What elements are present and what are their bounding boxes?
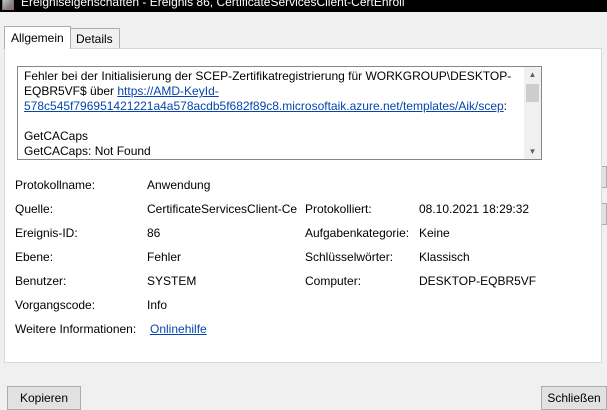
close-button[interactable]: Schließen: [541, 386, 607, 410]
label-ebene: Ebene:: [15, 250, 54, 264]
label-ereignis-id: Ereignis-ID:: [15, 226, 78, 240]
window-title: Ereigniseigenschaften - Ereignis 86, Cer…: [21, 0, 405, 9]
value-schluesselwoerter: Klassisch: [419, 250, 470, 264]
label-computer: Computer:: [305, 274, 362, 288]
value-ereignis-id: 86: [147, 226, 161, 240]
onlinehilfe-link[interactable]: Onlinehilfe: [150, 321, 207, 337]
value-protokolliert: 08.10.2021 18:29:32: [419, 202, 530, 216]
scroll-thumb[interactable]: [526, 84, 539, 102]
row-ereignis-id: Ereignis-ID: 86 Aufgabenkategorie: Keine: [15, 225, 595, 241]
row-protokollname: Protokollname: Anwendung: [15, 177, 595, 193]
tab-label: Allgemein: [11, 31, 64, 45]
row-ebene: Ebene: Fehler Schlüsselwörter: Klassisch: [15, 249, 595, 265]
value-vorgangscode: Info: [147, 298, 168, 312]
label-weitere-informationen: Weitere Informationen:: [15, 322, 137, 336]
title-bar: Ereigniseigenschaften - Ereignis 86, Cer…: [0, 0, 607, 12]
event-viewer-icon: [2, 0, 14, 10]
value-computer: DESKTOP-EQBR5VF: [419, 274, 537, 288]
tab-details[interactable]: Details: [69, 28, 120, 48]
general-panel: Fehler bei der Initialisierung der SCEP-…: [4, 48, 602, 363]
message-scrollbar[interactable]: ▲ ▼: [524, 67, 541, 159]
value-quelle: CertificateServicesClient-Cer: [147, 202, 297, 216]
row-vorgangscode: Vorgangscode: Info: [15, 297, 595, 313]
row-benutzer: Benutzer: SYSTEM Computer: DESKTOP-EQBR5…: [15, 273, 595, 289]
scroll-down-icon[interactable]: ▼: [524, 144, 541, 159]
value-protokollname: Anwendung: [147, 178, 211, 192]
row-weitere-informationen: Weitere Informationen: Onlinehilfe: [15, 321, 595, 337]
event-message: Fehler bei der Initialisierung der SCEP-…: [24, 69, 512, 158]
copy-button[interactable]: Kopieren: [7, 386, 81, 410]
label-protokolliert: Protokolliert:: [305, 202, 372, 216]
event-message-box[interactable]: Fehler bei der Initialisierung der SCEP-…: [17, 66, 542, 160]
value-ebene: Fehler: [147, 250, 182, 264]
label-protokollname: Protokollname:: [15, 178, 96, 192]
label-benutzer: Benutzer:: [15, 274, 67, 288]
value-aufgabenkategorie: Keine: [419, 226, 450, 240]
label-aufgabenkategorie: Aufgabenkategorie:: [305, 226, 410, 240]
label-vorgangscode: Vorgangscode:: [15, 298, 96, 312]
scroll-up-icon[interactable]: ▲: [524, 67, 541, 82]
tab-allgemein[interactable]: Allgemein: [4, 26, 71, 49]
value-benutzer: SYSTEM: [147, 274, 197, 288]
row-quelle: Quelle: CertificateServicesClient-Cer Pr…: [15, 201, 595, 217]
label-schluesselwoerter: Schlüsselwörter:: [305, 250, 394, 264]
label-quelle: Quelle:: [15, 202, 54, 216]
tab-label: Details: [76, 32, 113, 46]
